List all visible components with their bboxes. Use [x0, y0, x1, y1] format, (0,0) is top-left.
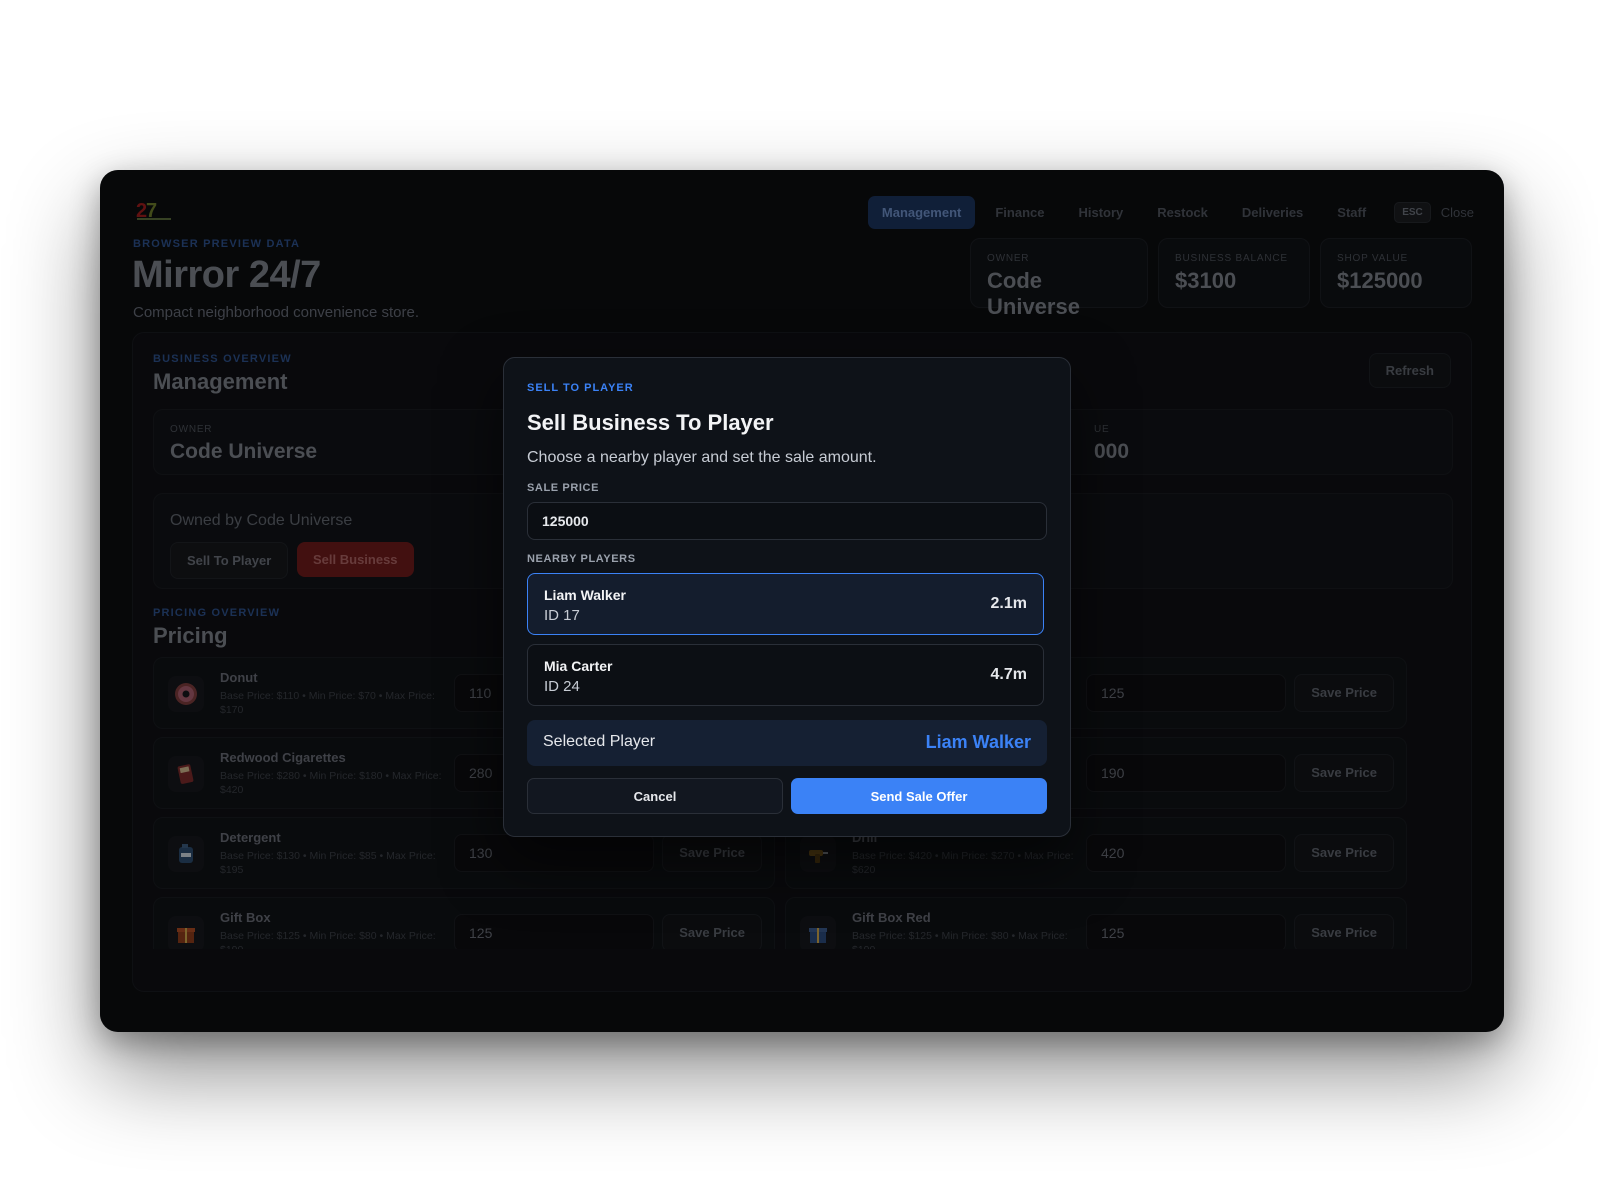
app-window: 2 7 BROWSER PREVIEW DATA Mirror 24/7 Com…	[100, 170, 1504, 1032]
selected-player-bar: Selected Player Liam Walker	[527, 720, 1047, 766]
sell-to-player-modal: SELL TO PLAYER Sell Business To Player C…	[503, 357, 1071, 837]
player-option-liam-walker[interactable]: Liam Walker ID 17 2.1m	[527, 573, 1044, 635]
player-distance: 2.1m	[990, 595, 1027, 612]
selected-player-value: Liam Walker	[925, 732, 1031, 752]
modal-title: Sell Business To Player	[527, 410, 774, 435]
modal-subtitle: Choose a nearby player and set the sale …	[527, 449, 877, 466]
player-id: ID 17	[544, 607, 580, 624]
player-name: Liam Walker	[544, 587, 626, 603]
player-id: ID 24	[544, 678, 580, 695]
modal-eyebrow: SELL TO PLAYER	[527, 382, 634, 394]
send-sale-offer-button[interactable]: Send Sale Offer	[791, 778, 1047, 814]
player-distance: 4.7m	[990, 666, 1027, 683]
player-option-mia-carter[interactable]: Mia Carter ID 24 4.7m	[527, 644, 1044, 706]
sale-price-input[interactable]	[527, 502, 1047, 540]
selected-player-label: Selected Player	[543, 733, 656, 750]
cancel-button[interactable]: Cancel	[527, 778, 783, 814]
nearby-players-label: NEARBY PLAYERS	[527, 553, 636, 565]
sale-price-label: SALE PRICE	[527, 482, 600, 494]
player-name: Mia Carter	[544, 658, 613, 674]
